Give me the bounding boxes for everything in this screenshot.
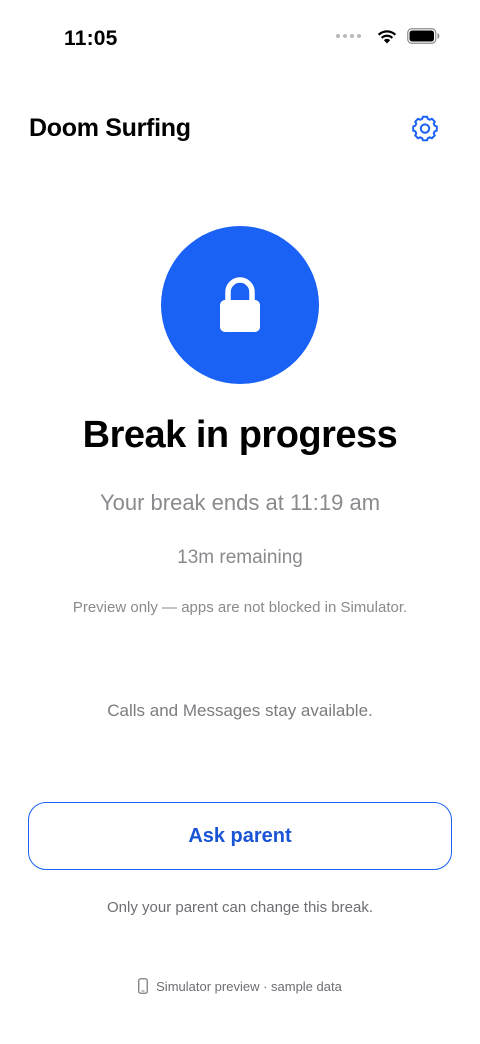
calls-messages-note: Calls and Messages stay available.	[107, 701, 373, 720]
break-headline: Break in progress	[82, 414, 398, 456]
break-end-time: Your break ends at 11:19 am	[99, 490, 381, 515]
parent-only-note: Only your parent can change this break.	[107, 899, 373, 916]
app-title: Doom Surfing	[29, 114, 191, 142]
lock-badge	[161, 226, 319, 384]
battery-icon	[407, 28, 440, 44]
footer-text: Simulator preview · sample data	[156, 978, 342, 994]
wifi-icon	[377, 30, 397, 44]
signal-dots-icon	[336, 34, 361, 38]
status-time: 11:05	[64, 27, 118, 50]
status-icons	[336, 28, 440, 44]
lock-icon	[220, 277, 260, 332]
settings-button[interactable]	[408, 112, 442, 146]
simulator-footer: Simulator preview · sample data	[0, 978, 480, 994]
simulator-preview-note: Preview only — apps are not blocked in S…	[72, 599, 408, 616]
ask-parent-button[interactable]: Ask parent	[28, 802, 452, 870]
status-bar: 11:05	[0, 0, 480, 80]
gear-icon	[412, 115, 438, 142]
phone-icon	[138, 978, 149, 994]
time-remaining: 13m remaining	[177, 547, 303, 568]
